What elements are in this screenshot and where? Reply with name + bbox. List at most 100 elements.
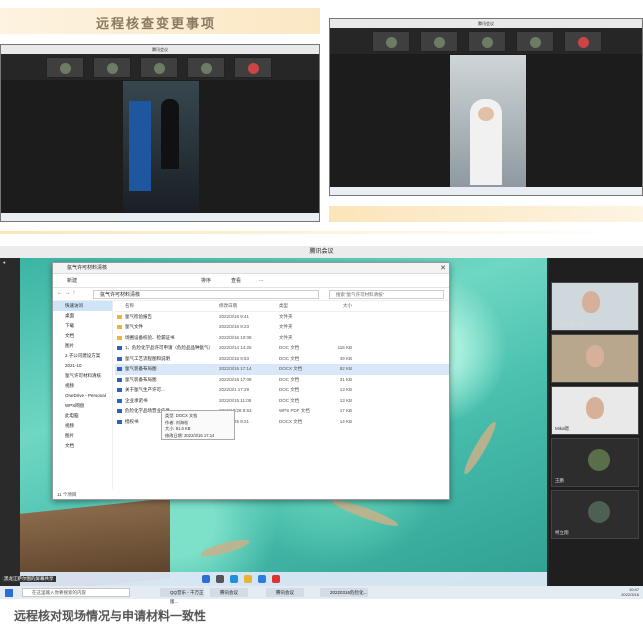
equipment-cabinet	[129, 101, 151, 191]
app-icon[interactable]	[272, 575, 280, 583]
nav-item[interactable]: 视频	[53, 381, 112, 391]
explorer-toolbar: 新建 排序 查看 ...	[53, 274, 449, 288]
participant-face	[586, 397, 604, 419]
nav-item[interactable]: 氩气许可材料清核	[53, 371, 112, 381]
column-type[interactable]: 类型	[279, 301, 324, 312]
folder-icon[interactable]	[244, 575, 252, 583]
windows-start-icon[interactable]	[5, 589, 13, 597]
shared-taskbar	[20, 572, 547, 586]
participant-thumb[interactable]	[46, 57, 84, 78]
file-date: 2022/3/14 14:25	[219, 345, 252, 350]
view-button[interactable]: 查看	[231, 277, 241, 284]
folder-icon	[117, 335, 122, 340]
more-button[interactable]: ...	[259, 277, 263, 283]
document-icon	[117, 388, 122, 392]
search-input[interactable]: 搜索"氩气许可材料清核"	[329, 290, 444, 299]
participant-thumb[interactable]	[420, 31, 458, 52]
participant-tile[interactable]: Mika嗯	[551, 386, 639, 435]
file-row[interactable]: 1、危险化学品许可申请（危险品品种氩气） 2022/3/14 14:25 DOC 文…	[115, 343, 449, 354]
file-date: 2022/3/15 9:53	[219, 355, 250, 361]
nav-item[interactable]: 快速访问	[53, 301, 112, 311]
column-date[interactable]: 修改日期	[219, 301, 274, 312]
nav-arrows-icon[interactable]: ← → ↑	[57, 290, 75, 296]
participant-thumb[interactable]	[234, 57, 272, 78]
file-list: 名称 修改日期 类型 大小 氩气检验报告 2022/3/16 9:41 文件夹 氩气文…	[115, 301, 449, 489]
file-row[interactable]: 场圃设备校验、检漏证书 2022/3/16 10:08 文件夹	[115, 333, 449, 344]
taskbar-search[interactable]: 在这里输入你要搜索的内容	[22, 588, 130, 597]
file-row[interactable]: 氩气检验报告 2022/3/16 9:41 文件夹	[115, 312, 449, 323]
document-icon	[117, 398, 122, 403]
file-type: 文件夹	[279, 334, 293, 340]
nav-item[interactable]: OneDrive - Personal	[53, 391, 112, 401]
participant-thumb[interactable]	[564, 31, 602, 52]
shark-shape	[330, 496, 400, 530]
meeting-icon[interactable]	[258, 575, 266, 583]
mini-taskbar	[330, 187, 642, 195]
column-name[interactable]: 名称	[125, 301, 217, 312]
file-name: 氩气装备布局图	[125, 366, 157, 371]
search-icon[interactable]	[216, 575, 224, 583]
participant-face	[582, 291, 600, 313]
nav-item[interactable]: 2.子公司建设方案	[53, 351, 112, 361]
participant-thumb[interactable]	[468, 31, 506, 52]
nav-item[interactable]: 下载	[53, 321, 112, 331]
nav-item[interactable]: 图片	[53, 341, 112, 351]
folder-icon	[117, 314, 122, 319]
file-size: 82 KB	[339, 366, 352, 371]
shark-shape	[199, 536, 251, 560]
file-date: 2022/3/15 17:14	[219, 366, 252, 371]
taskbar-item[interactable]: 20220316危险化...	[320, 588, 368, 597]
nav-item[interactable]: WPS网盘	[53, 401, 112, 411]
participant-tile[interactable]: 王鹏	[551, 438, 639, 487]
file-date: 2022/3/16 10:08	[219, 334, 252, 340]
file-date: 2022/3/15 11:05	[219, 397, 252, 403]
start-icon[interactable]	[202, 575, 210, 583]
participant-tile[interactable]	[551, 334, 639, 383]
file-name: 企业承诺书	[125, 397, 148, 403]
folder-icon	[117, 325, 122, 329]
nav-item[interactable]: 2021-10	[53, 361, 112, 371]
file-list-header: 名称 修改日期 类型 大小	[115, 301, 449, 312]
participant-thumb[interactable]	[93, 57, 131, 78]
new-button[interactable]: 新建	[67, 277, 77, 284]
close-icon[interactable]: ✕	[440, 264, 446, 272]
address-bar[interactable]: 氩气许可材料清核	[93, 290, 319, 299]
file-row[interactable]: 关于氩气生产许可... 2022/3/1 17:29 DOC 文档 13 KB	[115, 385, 449, 396]
file-type: DOC 文档	[279, 387, 300, 392]
participant-thumb[interactable]	[516, 31, 554, 52]
screen-share-label: 黑龙江萨尔图的屏幕共享	[2, 576, 56, 582]
taskbar-item[interactable]: 腾讯会议	[210, 588, 248, 597]
participant-thumb[interactable]	[372, 31, 410, 52]
taskbar-item[interactable]: 腾讯会议	[266, 588, 304, 597]
nav-item[interactable]: 图片	[53, 431, 112, 441]
file-type: DOCX 文档	[279, 418, 303, 424]
nav-item[interactable]: 桌面	[53, 311, 112, 321]
participant-thumb[interactable]	[140, 57, 178, 78]
file-row[interactable]: 氩气装备布局图 2022/3/15 17:14 DOCX 文档 82 KB	[115, 364, 449, 375]
explorer-status: 11 个项目	[57, 492, 77, 497]
participant-tile[interactable]: 正在讲话: 小魏	[551, 282, 639, 331]
meeting-window-right: 腾讯会议	[329, 18, 643, 196]
file-row[interactable]: 氩气文件 2022/3/16 9:23 文件夹	[115, 322, 449, 333]
nav-item[interactable]: 文档	[53, 441, 112, 451]
file-row[interactable]: 企业承诺书 2022/3/15 11:05 DOC 文档 13 KB	[115, 396, 449, 407]
taskbar-item[interactable]: QQ音乐 - 千万正版...	[160, 588, 204, 604]
nav-item[interactable]: 此电脑	[53, 411, 112, 421]
browser-icon[interactable]	[230, 575, 238, 583]
file-name: 氩气检验报告	[125, 313, 152, 319]
participant-tile[interactable]: 柯立翔	[551, 490, 639, 539]
window-titlebar: 腾讯会议	[0, 246, 643, 258]
nav-item[interactable]: 视频	[53, 421, 112, 431]
file-row[interactable]: 氩气工艺流程图和说明 2022/3/15 9:53 DOC 文档 49 KB	[115, 354, 449, 365]
participant-thumb[interactable]	[187, 57, 225, 78]
file-date: 2022/3/16 9:41	[219, 313, 250, 319]
document-icon	[117, 377, 122, 382]
nav-item[interactable]: 文档	[53, 331, 112, 341]
file-row[interactable]: 氩气装备布局图 2022/3/15 17:08 DOC 文档 31 KB	[115, 375, 449, 386]
file-name: 氩气文件	[125, 324, 143, 329]
sort-button[interactable]: 排序	[201, 277, 211, 284]
tooltip-line: 修改日期: 2022/3/15 17:14	[165, 432, 215, 438]
file-size: 31 KB	[339, 376, 352, 382]
column-size[interactable]: 大小	[328, 301, 352, 312]
window-titlebar: 腾讯会议	[1, 45, 319, 54]
